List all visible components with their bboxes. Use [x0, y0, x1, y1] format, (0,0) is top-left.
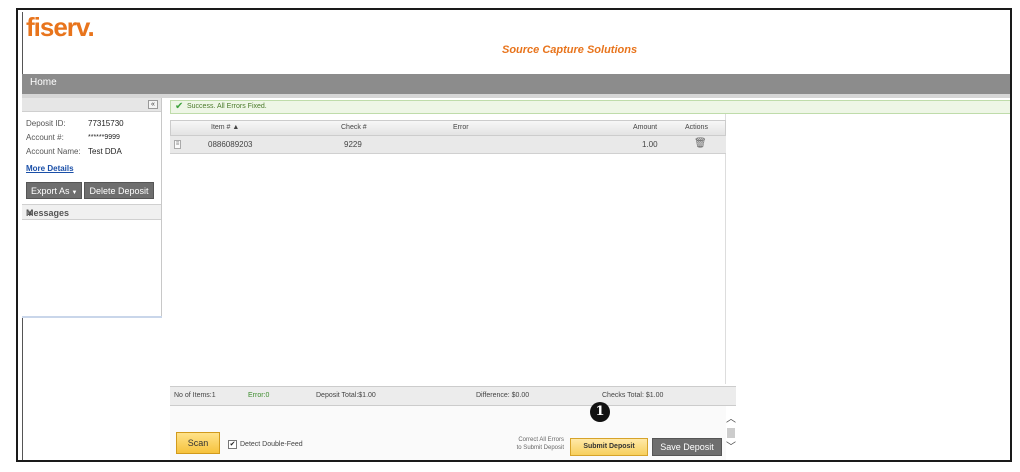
error-count: Error:0: [248, 392, 270, 399]
account-name-label: Account Name:: [26, 146, 81, 156]
table-row[interactable]: ≡ 0886089203 9229 1.00 🗑: [170, 136, 726, 154]
nav-home-link[interactable]: Home: [30, 77, 57, 88]
deposit-id-row: Deposit ID: 77315730: [26, 116, 161, 130]
save-deposit-button[interactable]: Save Deposit: [652, 438, 722, 456]
nav-subbar: [22, 94, 1010, 98]
checks-total: Checks Total: $1.00: [602, 392, 664, 399]
nav-bar: Home: [22, 74, 1010, 94]
collapse-up-icon[interactable]: ▲: [26, 208, 153, 217]
detect-double-feed-label: Detect Double-Feed: [240, 441, 303, 448]
deposit-total: Deposit Total:$1.00: [316, 392, 376, 399]
correct-errors-note: Correct All Errors to Submit Deposit: [480, 436, 564, 452]
row-expand-icon[interactable]: ≡: [174, 140, 181, 149]
chevron-up-icon[interactable]: ︿: [726, 410, 736, 425]
summary-bar: No of Items:1 Error:0 Deposit Total:$1.0…: [170, 386, 736, 406]
grid-header: Item # ▲ Check # Error Amount Actions: [170, 120, 726, 136]
deposit-id-label: Deposit ID:: [26, 118, 66, 128]
correct-note-line1: Correct All Errors: [518, 437, 564, 443]
brand-logo: fiserv.: [26, 12, 95, 42]
header-actions: Actions: [685, 124, 708, 131]
account-label: Account #:: [26, 132, 64, 142]
more-details-link[interactable]: More Details: [26, 164, 74, 173]
export-as-button[interactable]: Export As ▼: [26, 182, 83, 199]
header-check[interactable]: Check #: [341, 124, 367, 131]
scan-button[interactable]: Scan: [176, 432, 220, 454]
chevron-down-icon[interactable]: ﹀: [726, 438, 736, 453]
deposit-id-value: 77315730: [88, 118, 124, 128]
chevron-down-icon: ▼: [71, 190, 78, 196]
account-value: ******9999: [88, 133, 120, 141]
action-area: Scan ✔ Detect Double-Feed Correct All Er…: [170, 402, 726, 460]
export-as-label: Export As: [31, 186, 70, 196]
trash-icon[interactable]: 🗑: [694, 138, 707, 149]
header-amount[interactable]: Amount: [633, 124, 657, 131]
deposit-info: Deposit ID: 77315730 Account #: ******99…: [22, 112, 161, 158]
detect-double-feed-checkbox[interactable]: ✔: [228, 440, 237, 449]
delete-deposit-button[interactable]: Delete Deposit: [84, 182, 154, 199]
sidebar-header: «: [22, 98, 161, 112]
cell-amount: 1.00: [642, 140, 658, 149]
deposit-buttons: Export As ▼ Delete Deposit: [26, 182, 161, 199]
deposit-sidebar: « Deposit ID: 77315730 Account #: ******…: [22, 98, 162, 318]
account-name-value: Test DDA: [88, 146, 122, 156]
status-message: Success. All Errors Fixed.: [187, 103, 267, 110]
items-grid: Item # ▲ Check # Error Amount Actions ≡ …: [170, 114, 726, 384]
brand-subtitle: Source Capture Solutions: [502, 44, 638, 56]
header-item[interactable]: Item # ▲: [211, 124, 239, 131]
callout-marker: 1: [590, 402, 610, 422]
items-count: No of Items:1: [174, 392, 216, 399]
checkmark-icon: ✔: [175, 101, 184, 112]
cell-item: 0886089203: [208, 140, 253, 149]
cell-check: 9229: [344, 140, 362, 149]
header-error[interactable]: Error: [453, 124, 469, 131]
collapse-sidebar-icon[interactable]: «: [148, 100, 158, 109]
account-row: Account #: ******9999: [26, 130, 161, 144]
status-banner: ✔ Success. All Errors Fixed.: [170, 100, 1010, 114]
messages-panel-header[interactable]: Messages ▲: [22, 204, 161, 220]
account-name-row: Account Name: Test DDA: [26, 144, 161, 158]
submit-deposit-button[interactable]: Submit Deposit: [570, 438, 648, 456]
app-window: fiserv. Source Capture Solutions Home « …: [16, 8, 1012, 462]
vertical-scrollbar[interactable]: ︿ ﹀: [724, 410, 738, 458]
scroll-thumb[interactable]: [727, 428, 735, 438]
sidebar-bottom-divider: [22, 316, 162, 318]
correct-note-line2: to Submit Deposit: [516, 445, 564, 451]
difference: Difference: $0.00: [476, 392, 530, 399]
